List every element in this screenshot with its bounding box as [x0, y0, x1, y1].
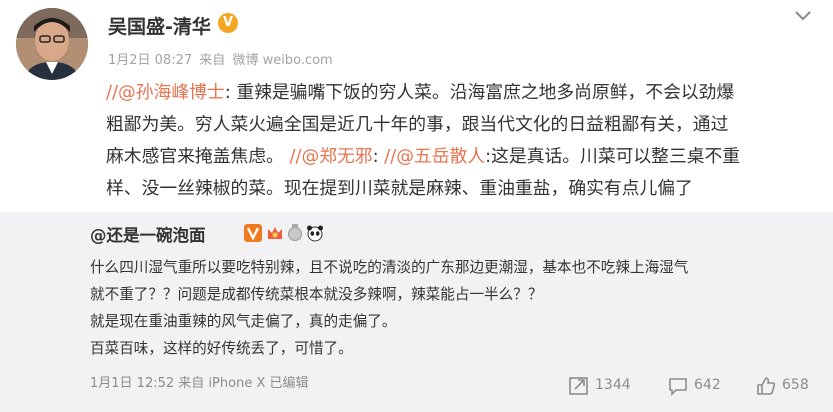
post-text: :: [372, 146, 385, 167]
repost-count: 1344: [595, 377, 631, 393]
post-content-line: 粗鄙为美。穷人菜火遍全国是近几十年的事，跟当代文化的日益粗鄙有关，通过: [106, 109, 824, 141]
action-bar: 1344 642 658: [0, 375, 833, 397]
post-source[interactable]: 微博 weibo.com: [232, 53, 332, 68]
comment-count: 642: [694, 377, 721, 393]
post-text: :这是真话。川菜可以整三桌不重: [485, 146, 741, 167]
post-content-line: 麻木感官来掩盖焦虑。 //@郑无邪: //@五岳散人:这是真话。川菜可以整三桌不…: [106, 141, 824, 173]
post-text: 样、没一丝辣椒的菜。现在提到川菜就是麻辣、重油重盐，确实有点儿偏了: [106, 178, 693, 199]
user-mention-link[interactable]: @郑无邪: [301, 146, 372, 167]
share-icon: [569, 377, 588, 395]
weibo-post: 吴国盛-清华 V 1月2日 08:27 来自 微博 weibo.com //@孙…: [0, 0, 833, 212]
panda-icon: [307, 225, 323, 242]
author-name[interactable]: 吴国盛-清华: [108, 12, 211, 39]
like-count: 658: [782, 377, 809, 393]
user-mention-link[interactable]: @孙海峰博士: [118, 82, 225, 103]
repost-line: 就是现在重油重辣的风气走偏了，真的走偏了。: [90, 313, 397, 330]
repost-text: 什么四川湿气重所以要吃特别辣，且不说吃的清淡的广东那边更潮湿，基本也不吃辣上海湿…: [90, 254, 825, 362]
comment-icon: [669, 378, 687, 396]
repost-separator: //: [106, 82, 118, 103]
repost-line: 百菜百味，这样的好传统丢了，可惜了。: [90, 340, 353, 357]
post-meta: 1月2日 08:27 来自 微博 weibo.com: [108, 49, 336, 68]
chevron-down-icon[interactable]: [793, 8, 813, 24]
avatar-portrait-icon: [16, 8, 88, 80]
post-date[interactable]: 1月2日 08:27: [108, 53, 192, 68]
post-content-line: 样、没一丝辣椒的菜。现在提到川菜就是麻辣、重油重盐，确实有点儿偏了: [106, 173, 824, 205]
post-text: 麻木感官来掩盖焦虑。: [106, 146, 290, 167]
post-content-line: //@孙海峰博士: 重辣是骗嘴下饭的穷人菜。沿海富庶之地多尚原鲜，不会以劲爆: [106, 77, 824, 109]
reposted-comment: @还是一碗泡面 什么四川湿气重所以要吃特别辣，且不说吃的清淡的广东那边更潮湿，基…: [0, 212, 833, 412]
repost-separator: //: [384, 146, 397, 167]
repost-author-name[interactable]: @还是一碗泡面: [90, 222, 206, 246]
post-text: 粗鄙为美。穷人菜火遍全国是近几十年的事，跟当代文化的日益粗鄙有关，通过: [106, 114, 729, 135]
post-text: : 重辣是骗嘴下饭的穷人菜。沿海富庶之地多尚原鲜，不会以劲爆: [224, 82, 735, 103]
avatar[interactable]: [16, 8, 88, 80]
repost-separator: //: [289, 146, 302, 167]
user-mention-link[interactable]: @五岳散人: [396, 146, 485, 167]
verified-badge-icon: V: [218, 13, 238, 33]
thumbs-up-icon: [757, 377, 776, 395]
medal-icon: [288, 224, 302, 241]
V-badge-icon: [244, 224, 262, 242]
source-prefix: 来自: [199, 53, 226, 68]
repost-line: 什么四川湿气重所以要吃特别辣，且不说吃的清淡的广东那边更潮湿，基本也不吃辣上海湿…: [90, 259, 689, 276]
crown-icon: [268, 227, 282, 239]
repost-line: 就不重了？？问题是成都传统菜根本就没多辣啊，辣菜能占一半么？？: [90, 286, 543, 303]
post-content: //@孙海峰博士: 重辣是骗嘴下饭的穷人菜。沿海富庶之地多尚原鲜，不会以劲爆 粗鄙…: [106, 77, 824, 205]
